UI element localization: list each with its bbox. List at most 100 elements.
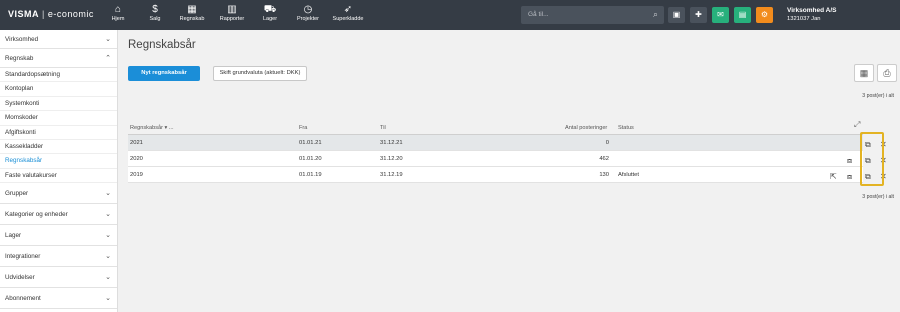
cell-year: 2019: [130, 172, 143, 178]
table-icon: ▦: [859, 68, 869, 78]
sidebar-section-label: Abonnement: [5, 295, 41, 303]
nav-hjem[interactable]: ⌂ Hjem: [100, 3, 136, 22]
sidebar-section-label: Virksomhed: [5, 36, 39, 43]
nav-rapporter[interactable]: ▥ Rapporter: [214, 3, 250, 22]
nav-label: Regnskab: [179, 16, 205, 22]
cell-to: 31.12.20: [380, 156, 403, 162]
dollar-icon: $: [152, 4, 158, 15]
nav-label: Rapporter: [219, 16, 245, 22]
printer-icon: ⎙: [883, 68, 891, 78]
cell-from: 01.01.21: [299, 140, 322, 146]
chat-icon: ✉: [717, 10, 724, 19]
users-icon: ✚: [695, 10, 702, 19]
add-user-button[interactable]: ✚: [690, 7, 707, 23]
sidebar-item-kontoplan[interactable]: Kontoplan: [0, 82, 117, 97]
brand-logo[interactable]: VISMA | e-conomic: [8, 9, 94, 19]
close-year-icon[interactable]: ⧈: [847, 156, 852, 166]
table-header: Regnskabsår ▾ ... Fra Til Antal posterin…: [128, 122, 863, 135]
nav-superkladde[interactable]: ➶ Superkladde: [328, 3, 368, 22]
sidebar-section-label: Integrationer: [5, 253, 41, 261]
sidebar-section-label: Grupper: [5, 190, 29, 198]
sidebar-item-kassekladder[interactable]: Kassekladder: [0, 140, 117, 155]
calculator-icon: ▦: [187, 4, 197, 15]
sidebar-section-integrationer[interactable]: Integrationer ⌄: [0, 246, 117, 268]
cell-year: 2020: [130, 156, 143, 162]
nav-label: Hjem: [111, 16, 125, 22]
search-input[interactable]: Gå til... ⌕: [521, 6, 664, 24]
column-header-year[interactable]: Regnskabsår ▾ ...: [130, 125, 174, 131]
truck-icon: ⛟: [263, 4, 277, 15]
help-book-button[interactable]: ▤: [734, 7, 751, 23]
rocket-icon: ➶: [343, 4, 353, 15]
column-header-postings[interactable]: Antal posteringer: [565, 125, 607, 131]
record-count-top: 3 post(er) i alt: [862, 93, 894, 99]
cell-postings: 130: [599, 172, 609, 178]
settings-button[interactable]: ⚙: [756, 7, 773, 23]
search-placeholder: Gå til...: [528, 11, 549, 18]
inbox-button[interactable]: ▣: [668, 7, 685, 23]
sidebar-section-label: Lager: [5, 232, 22, 240]
chevron-down-icon: ⌄: [105, 295, 111, 303]
app-name: e-conomic: [47, 9, 94, 19]
visma-logo: VISMA: [8, 9, 40, 19]
nav-label: Superkladde: [332, 16, 364, 22]
cell-to: 31.12.21: [380, 140, 403, 146]
nav-regnskab[interactable]: ▦ Regnskab: [174, 3, 210, 22]
user-id: 1321037 Jan: [787, 16, 821, 22]
nav-projekter[interactable]: ◷ Projekter: [290, 3, 326, 22]
sidebar-section-regnskab[interactable]: Regnskab ⌃: [0, 49, 117, 68]
nav-label: Lager: [262, 16, 278, 22]
column-header-to[interactable]: Til: [380, 125, 386, 131]
print-button[interactable]: ⎙: [877, 64, 897, 82]
nav-label: Projekter: [296, 16, 319, 22]
top-bar: VISMA | e-conomic ⌂ Hjem $ Salg ▦ Regnsk…: [0, 0, 900, 30]
sidebar-section-udvidelser[interactable]: Udvidelser ⌄: [0, 267, 117, 289]
chevron-up-icon: ⌃: [105, 55, 111, 62]
sidebar-section-kategorier[interactable]: Kategorier og enheder ⌄: [0, 204, 117, 226]
sidebar-item-afgiftskonti[interactable]: Afgiftskonti: [0, 126, 117, 140]
table-row[interactable]: 2019 01.01.19 31.12.19 130 Afsluttet ⇱ ⧈…: [128, 167, 887, 183]
sidebar-item-systemkonti[interactable]: Systemkonti: [0, 97, 117, 112]
column-header-status[interactable]: Status: [618, 125, 634, 131]
sidebar-section-lager[interactable]: Lager ⌄: [0, 225, 117, 247]
inbox-icon: ▣: [672, 10, 681, 19]
main-content: Regnskabsår Nyt regnskabsår Skift grundv…: [119, 30, 900, 312]
page-title: Regnskabsår: [128, 39, 196, 51]
sidebar-item-regnskabsar[interactable]: Regnskabsår: [0, 154, 117, 169]
logo-separator: |: [42, 9, 45, 19]
gear-icon: ⚙: [760, 10, 769, 19]
cell-postings: 0: [605, 140, 609, 146]
nav-salg[interactable]: $ Salg: [137, 3, 173, 22]
search-icon: ⌕: [652, 9, 658, 19]
company-info[interactable]: Virksomhed A/S 1321037 Jan: [787, 6, 837, 24]
cell-from: 01.01.19: [299, 172, 322, 178]
home-icon: ⌂: [114, 4, 122, 15]
chevron-down-icon: ⌄: [105, 274, 111, 282]
clock-icon: ◷: [303, 4, 313, 15]
reopen-year-icon[interactable]: ⇱: [830, 172, 837, 181]
sidebar-section-grupper[interactable]: Grupper ⌄: [0, 183, 117, 205]
table-row[interactable]: 2020 01.01.20 31.12.20 462 ⧈ ⧉ ✕: [128, 151, 887, 167]
record-count-bottom: 3 post(er) i alt: [862, 194, 894, 200]
cell-year: 2021: [130, 140, 143, 146]
cell-postings: 462: [599, 156, 609, 162]
nav-lager[interactable]: ⛟ Lager: [252, 3, 288, 22]
chevron-down-icon: ⌄: [105, 190, 111, 198]
change-currency-button[interactable]: Skift grundvaluta (aktuelt: DKK): [213, 66, 307, 81]
sidebar-item-momskoder[interactable]: Momskoder: [0, 111, 117, 126]
chevron-down-icon: ⌄: [105, 253, 111, 261]
sidebar-section-virksomhed[interactable]: Virksomhed ⌄: [0, 30, 117, 49]
sidebar-section-label: Regnskab: [5, 55, 34, 62]
bar-chart-icon: ▥: [227, 4, 237, 15]
sidebar-item-faste-valutakurser[interactable]: Faste valutakurser: [0, 169, 117, 184]
sidebar-item-standardopsaetning[interactable]: Standardopsætning: [0, 68, 117, 83]
column-settings-button[interactable]: ▦: [854, 64, 874, 82]
close-year-icon[interactable]: ⧈: [847, 172, 852, 182]
highlight-box: [860, 132, 884, 186]
table-row[interactable]: 2021 01.01.21 31.12.21 0 ⧉ ✕: [128, 135, 887, 151]
new-fiscal-year-button[interactable]: Nyt regnskabsår: [128, 66, 200, 81]
book-icon: ▤: [738, 10, 747, 19]
column-header-from[interactable]: Fra: [299, 125, 307, 131]
chat-button[interactable]: ✉: [712, 7, 729, 23]
sidebar-section-abonnement[interactable]: Abonnement ⌄: [0, 288, 117, 310]
